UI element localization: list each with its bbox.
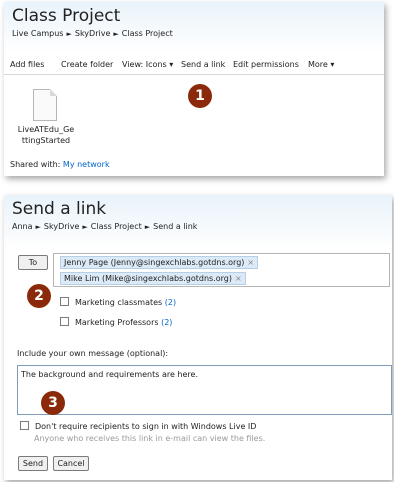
breadcrumb-item[interactable]: Live Campus <box>12 29 63 38</box>
breadcrumb-item: Class Project <box>121 29 173 38</box>
group-label: Marketing Professors <box>75 318 159 327</box>
toolbar: Add files Create folder View: Icons ▾ Se… <box>4 57 384 75</box>
message-text: The background and requirements are here… <box>21 370 198 379</box>
page-title: Class Project <box>12 6 121 26</box>
create-folder-button[interactable]: Create folder <box>61 60 113 69</box>
group-checkbox[interactable] <box>60 317 69 326</box>
to-button[interactable]: To <box>18 255 48 270</box>
group-label: Marketing classmates <box>75 298 163 307</box>
breadcrumb-separator-icon: ► <box>144 223 151 231</box>
breadcrumb-item[interactable]: Anna <box>12 222 33 231</box>
signin-checkbox[interactable] <box>20 421 29 430</box>
signin-note: Anyone who receives this link in e-mail … <box>34 434 266 443</box>
file-name[interactable]: LiveATEdu_Ge ttingStarted <box>14 124 78 146</box>
page-title: Send a link <box>12 199 107 219</box>
breadcrumb-item[interactable]: SkyDrive <box>44 222 80 231</box>
breadcrumb: Anna ► SkyDrive ► Class Project ► Send a link <box>12 222 197 231</box>
recipient-label: Mike Lim (Mike@singexchlabs.gotdns.org) <box>64 274 232 283</box>
callout-1: 1 <box>188 84 212 108</box>
message-textarea[interactable]: The background and requirements are here… <box>17 365 392 415</box>
send-button[interactable]: Send <box>18 456 48 471</box>
group-row[interactable]: Marketing Professors (2) <box>60 317 172 328</box>
breadcrumb-item: Send a link <box>153 222 198 231</box>
breadcrumb-separator-icon: ► <box>35 223 41 231</box>
callout-2: 2 <box>27 284 51 308</box>
shared-with: Shared with: My network <box>10 160 110 169</box>
send-link-button[interactable]: Send a link <box>181 60 225 69</box>
remove-recipient-icon[interactable]: × <box>235 274 242 283</box>
breadcrumb-separator-icon: ► <box>82 223 88 231</box>
breadcrumb-item[interactable]: Class Project <box>91 222 142 231</box>
document-icon[interactable] <box>33 89 57 121</box>
shared-with-label: Shared with: <box>10 160 61 169</box>
more-menu-button[interactable]: More ▾ <box>308 60 334 69</box>
add-files-button[interactable]: Add files <box>10 60 44 69</box>
breadcrumb: Live Campus ► SkyDrive ► Class Project <box>12 29 173 38</box>
shared-with-link[interactable]: My network <box>63 160 110 169</box>
group-row[interactable]: Marketing classmates (2) <box>60 297 176 308</box>
group-count[interactable]: (2) <box>165 298 176 307</box>
callout-3: 3 <box>41 391 65 415</box>
remove-recipient-icon[interactable]: × <box>247 258 254 267</box>
recipient-label: Jenny Page (Jenny@singexchlabs.gotdns.or… <box>64 258 245 267</box>
signin-label: Don't require recipients to sign in with… <box>35 422 257 431</box>
breadcrumb-item[interactable]: SkyDrive <box>75 29 111 38</box>
recipient-chip[interactable]: Mike Lim (Mike@singexchlabs.gotdns.org) × <box>60 272 246 285</box>
breadcrumb-separator-icon: ► <box>113 30 119 38</box>
signin-option[interactable]: Don't require recipients to sign in with… <box>20 421 256 432</box>
cancel-button[interactable]: Cancel <box>53 456 89 471</box>
to-field[interactable]: Jenny Page (Jenny@singexchlabs.gotdns.or… <box>53 253 390 287</box>
group-count[interactable]: (2) <box>161 318 172 327</box>
recipient-chip[interactable]: Jenny Page (Jenny@singexchlabs.gotdns.or… <box>60 256 259 269</box>
file-name-line: LiveATEdu_Ge <box>17 125 75 134</box>
view-menu-button[interactable]: View: Icons ▾ <box>122 60 173 69</box>
file-name-line: ttingStarted <box>21 136 71 145</box>
edit-permissions-button[interactable]: Edit permissions <box>233 60 299 69</box>
group-checkbox[interactable] <box>60 297 69 306</box>
message-label: Include your own message (optional): <box>17 349 169 358</box>
breadcrumb-separator-icon: ► <box>66 30 72 38</box>
